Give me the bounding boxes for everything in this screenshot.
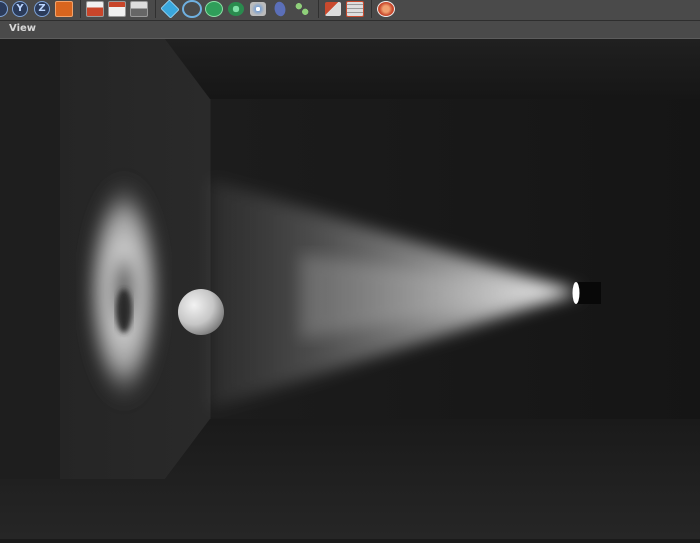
main-toolbar: Y Z <box>0 0 700 21</box>
render-view-button[interactable] <box>85 0 105 17</box>
viewport-scene <box>0 39 700 539</box>
cube-button[interactable] <box>160 0 180 19</box>
left-wall-shade <box>0 39 60 479</box>
array-button[interactable] <box>226 0 246 17</box>
deformer-button[interactable] <box>248 0 268 17</box>
y-axis-icon: Y <box>12 0 28 17</box>
y-axis-button[interactable]: Y <box>10 0 30 17</box>
coordinate-system-button[interactable] <box>54 0 74 17</box>
array-icon <box>228 1 244 16</box>
toolbar-divider <box>318 0 319 18</box>
sphere <box>178 289 224 335</box>
render-view-icon <box>86 0 104 17</box>
render-picture-viewer-button[interactable] <box>107 0 127 17</box>
spline-icon <box>182 0 202 18</box>
material-button[interactable] <box>345 0 365 17</box>
field-button[interactable] <box>292 0 312 17</box>
light-button[interactable] <box>376 0 396 17</box>
toolbar-divider <box>371 0 372 18</box>
toolbar-divider <box>155 0 156 18</box>
z-axis-button[interactable]: Z <box>32 0 52 17</box>
light-icon <box>377 0 395 17</box>
spot-light-lens <box>572 282 580 304</box>
toolbar-divider <box>80 0 81 18</box>
x-axis-icon <box>0 0 8 17</box>
projection-dark-core <box>116 289 132 333</box>
render-picture-viewer-icon <box>108 0 126 17</box>
scene-object-button[interactable] <box>270 0 290 19</box>
x-axis-button[interactable] <box>0 0 8 17</box>
spot-light-body <box>577 282 601 304</box>
coordinate-system-icon <box>55 0 73 17</box>
camera-icon <box>325 1 341 16</box>
3d-viewport[interactable] <box>0 39 700 539</box>
render-settings-button[interactable] <box>129 0 149 17</box>
view-menu[interactable]: View <box>9 23 36 34</box>
nurbs-icon <box>205 0 223 17</box>
nurbs-button[interactable] <box>204 0 224 17</box>
camera-button[interactable] <box>323 0 343 17</box>
material-icon <box>346 0 364 17</box>
spline-button[interactable] <box>182 0 202 18</box>
viewport-menu-bar: View <box>0 21 700 39</box>
scene-object-icon <box>272 0 288 19</box>
field-icon <box>294 1 310 16</box>
deformer-icon <box>250 1 266 16</box>
cube-primitive-icon <box>160 0 180 19</box>
z-axis-icon: Z <box>34 0 50 17</box>
render-settings-icon <box>130 0 148 17</box>
